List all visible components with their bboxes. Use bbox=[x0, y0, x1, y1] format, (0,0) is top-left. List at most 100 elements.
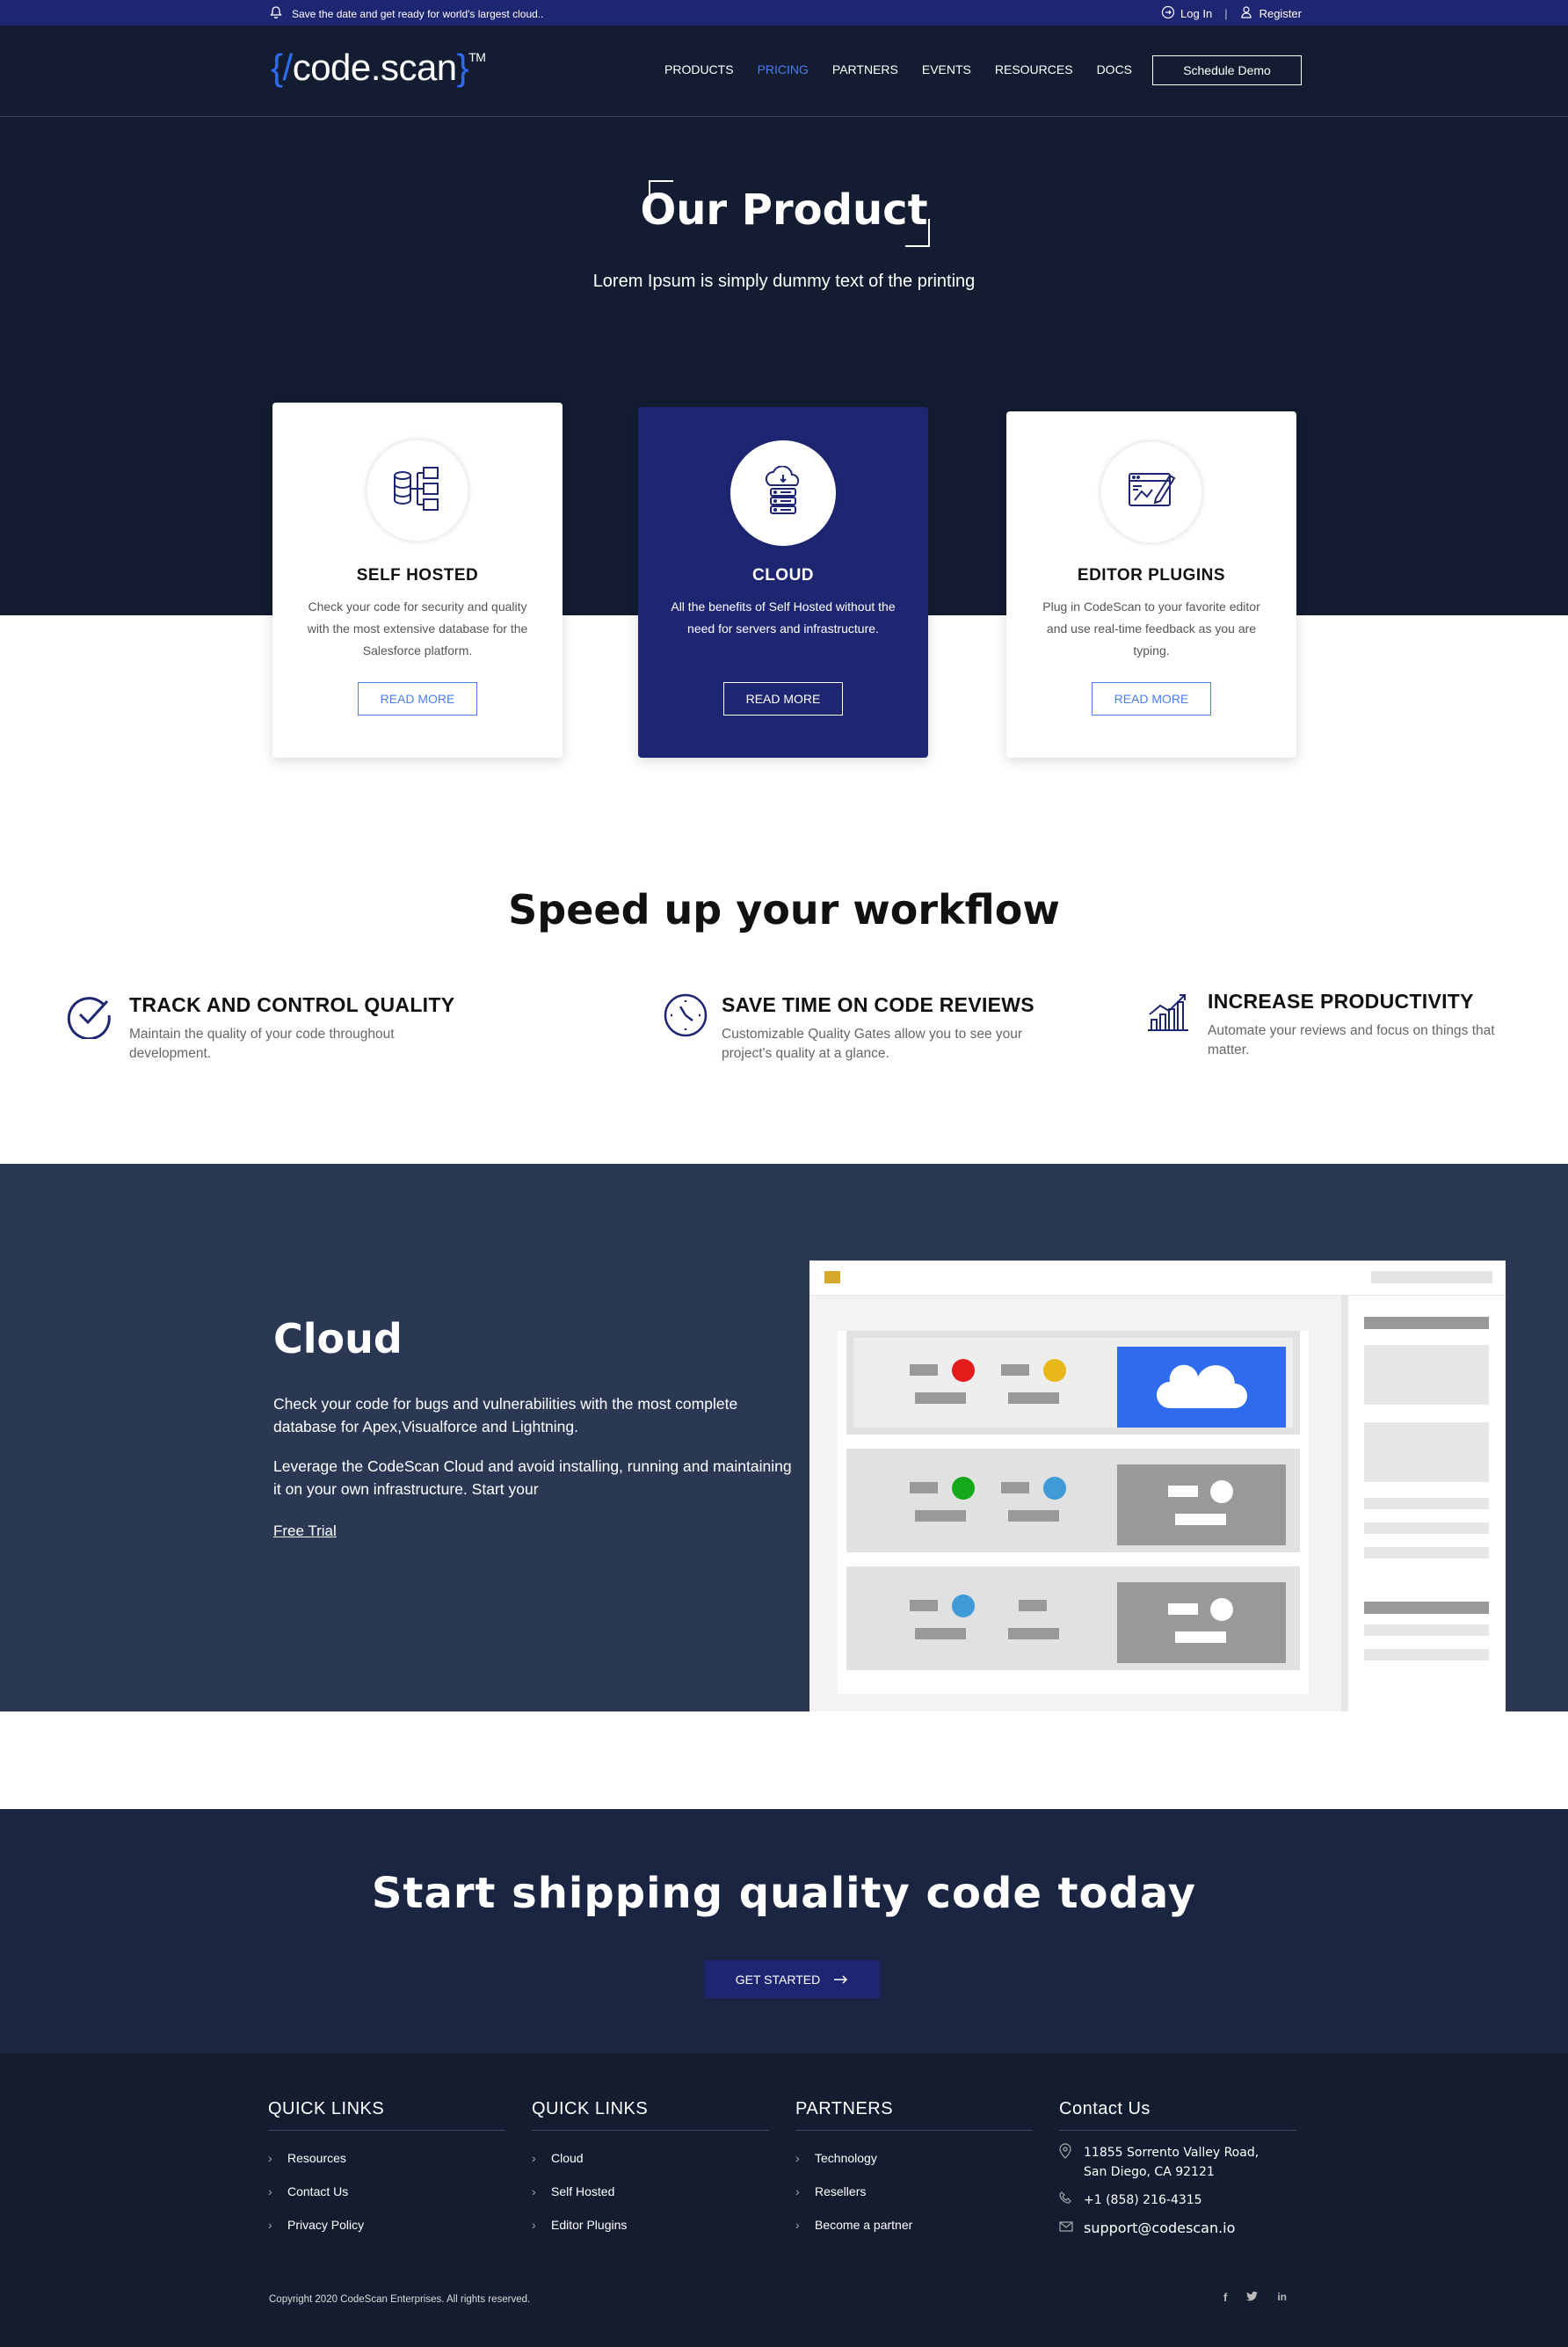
chevron-right-icon: › bbox=[532, 2218, 536, 2232]
footer-link[interactable]: › Resellers bbox=[795, 2175, 1033, 2208]
feature-description: Customizable Quality Gates allow you to … bbox=[722, 1027, 1023, 1061]
mockup-bar bbox=[910, 1600, 938, 1611]
nav-pricing[interactable]: PRICING bbox=[758, 62, 809, 76]
address-line: 11855 Sorrento Valley Road, bbox=[1084, 2146, 1259, 2160]
mockup-row bbox=[846, 1331, 1300, 1435]
footer-column-title: QUICK LINKS bbox=[268, 2099, 505, 2131]
cloud-icon bbox=[1157, 1364, 1247, 1408]
feature-title: SAVE TIME ON CODE REVIEWS bbox=[722, 993, 1034, 1016]
linkedin-icon[interactable]: in bbox=[1277, 2291, 1287, 2304]
register-link[interactable]: Register bbox=[1240, 5, 1302, 22]
email-address: support@codescan.io bbox=[1084, 2220, 1236, 2236]
mockup-block bbox=[1117, 1464, 1286, 1545]
main-nav: PRODUCTS PRICING PARTNERS EVENTS RESOURC… bbox=[664, 62, 1132, 76]
footer-link[interactable]: › Become a partner bbox=[795, 2208, 1033, 2242]
editor-plugin-icon bbox=[1126, 467, 1177, 519]
footer-link-label: Resources bbox=[287, 2151, 346, 2165]
facebook-icon[interactable]: f bbox=[1223, 2291, 1227, 2304]
mockup-search bbox=[1371, 1271, 1492, 1283]
chevron-right-icon: › bbox=[268, 2184, 272, 2198]
mockup-bar bbox=[910, 1482, 938, 1493]
status-dot-red bbox=[952, 1359, 975, 1382]
nav-products[interactable]: PRODUCTS bbox=[664, 62, 734, 76]
read-more-button[interactable]: READ MORE bbox=[1092, 682, 1211, 716]
mockup-bar bbox=[915, 1510, 966, 1522]
nav-partners[interactable]: PARTNERS bbox=[832, 62, 898, 76]
schedule-demo-button[interactable]: Schedule Demo bbox=[1152, 55, 1302, 85]
mockup-block bbox=[1117, 1582, 1286, 1663]
status-dot-blue bbox=[952, 1595, 975, 1617]
logo-trademark: TM bbox=[468, 50, 486, 64]
footer-link[interactable]: › Technology bbox=[795, 2141, 1033, 2175]
footer-link[interactable]: › Privacy Policy bbox=[268, 2208, 505, 2242]
separator: | bbox=[1224, 7, 1228, 20]
cloud-section: Cloud Check your code for bugs and vulne… bbox=[0, 1164, 1568, 1711]
chevron-right-icon: › bbox=[268, 2151, 272, 2165]
mockup-bar bbox=[1019, 1600, 1047, 1611]
footer-link-label: Self Hosted bbox=[551, 2184, 615, 2198]
arrow-right-icon bbox=[834, 1973, 848, 1987]
contact-email[interactable]: support@codescan.io bbox=[1059, 2219, 1296, 2238]
product-card-self-hosted: SELF HOSTED Check your code for security… bbox=[272, 403, 563, 758]
database-icon bbox=[392, 465, 443, 517]
feature-description: Automate your reviews and focus on thing… bbox=[1208, 1023, 1495, 1057]
cloud-title: Cloud bbox=[273, 1315, 403, 1362]
site-header: {/code.scan}TM PRODUCTS PRICING PARTNERS… bbox=[0, 25, 1568, 117]
mockup-bar bbox=[1001, 1482, 1029, 1493]
twitter-icon[interactable] bbox=[1246, 2291, 1259, 2304]
footer-link[interactable]: › Contact Us bbox=[268, 2175, 505, 2208]
mail-icon bbox=[1059, 2219, 1073, 2238]
read-more-button[interactable]: READ MORE bbox=[723, 682, 843, 716]
mockup-bar bbox=[1008, 1628, 1059, 1639]
feature-title: INCREASE PRODUCTIVITY bbox=[1208, 990, 1474, 1013]
register-icon bbox=[1240, 5, 1254, 22]
site-footer: QUICK LINKS › Resources › Contact Us › Priv… bbox=[0, 2053, 1568, 2347]
mockup-sidebar bbox=[1341, 1296, 1506, 1711]
chevron-right-icon: › bbox=[795, 2218, 800, 2232]
footer-link-label: Editor Plugins bbox=[551, 2218, 628, 2232]
login-link[interactable]: Log In bbox=[1161, 5, 1212, 22]
login-label: Log In bbox=[1180, 7, 1213, 20]
nav-docs[interactable]: DOCS bbox=[1097, 62, 1132, 76]
register-label: Register bbox=[1259, 7, 1302, 20]
announcement-bar: Save the date and get ready for world's … bbox=[0, 0, 1568, 25]
copyright-text: Copyright 2020 CodeScan Enterprises. All… bbox=[269, 2294, 531, 2305]
footer-link[interactable]: › Cloud bbox=[532, 2141, 769, 2175]
footer-column-title: QUICK LINKS bbox=[532, 2099, 769, 2131]
mockup-cloud-block bbox=[1117, 1347, 1286, 1428]
feature-productivity: INCREASE PRODUCTIVITY Automate your revi… bbox=[1144, 988, 1566, 1067]
chevron-right-icon: › bbox=[795, 2151, 800, 2165]
free-trial-link[interactable]: Free Trial bbox=[273, 1522, 337, 1540]
product-icon-circle bbox=[1099, 440, 1204, 545]
footer-column-title: Contact Us bbox=[1059, 2099, 1296, 2131]
check-circle-icon bbox=[66, 992, 113, 1041]
footer-link[interactable]: › Editor Plugins bbox=[532, 2208, 769, 2242]
chevron-right-icon: › bbox=[795, 2184, 800, 2198]
product-icon-circle bbox=[365, 438, 470, 543]
footer-link[interactable]: › Self Hosted bbox=[532, 2175, 769, 2208]
footer-link-label: Technology bbox=[815, 2151, 877, 2165]
contact-phone[interactable]: +1 (858) 216-4315 bbox=[1059, 2191, 1296, 2210]
cloud-server-icon bbox=[758, 464, 809, 521]
cta-section: Start shipping quality code today GET ST… bbox=[0, 1809, 1568, 2053]
address-line: San Diego, CA 92121 bbox=[1084, 2165, 1215, 2179]
mockup-bar bbox=[1001, 1364, 1029, 1376]
announcement-text: Save the date and get ready for world's … bbox=[292, 7, 544, 20]
footer-column-title: PARTNERS bbox=[795, 2099, 1033, 2131]
nav-events[interactable]: EVENTS bbox=[922, 62, 971, 76]
nav-resources[interactable]: RESOURCES bbox=[995, 62, 1073, 76]
product-icon-circle bbox=[730, 440, 836, 546]
get-started-button[interactable]: GET STARTED bbox=[704, 1960, 880, 1998]
footer-column-quick-links-2: QUICK LINKS › Cloud › Self Hosted › Editor … bbox=[532, 2099, 769, 2242]
logo-close-brace: } bbox=[456, 47, 469, 88]
logo-open-brace: {/ bbox=[271, 47, 293, 88]
footer-link[interactable]: › Resources bbox=[268, 2141, 505, 2175]
growth-chart-icon bbox=[1144, 988, 1192, 1035]
codescan-logo[interactable]: {/code.scan}TM bbox=[271, 47, 486, 89]
phone-number: +1 (858) 216-4315 bbox=[1084, 2193, 1202, 2207]
product-card-cloud: CLOUD All the benefits of Self Hosted wi… bbox=[638, 407, 928, 758]
footer-link-label: Cloud bbox=[551, 2151, 584, 2165]
mockup-bar bbox=[910, 1364, 938, 1376]
read-more-button[interactable]: READ MORE bbox=[358, 682, 477, 716]
footer-column-contact: Contact Us 11855 Sorrento Valley Road, Sa… bbox=[1059, 2099, 1296, 2247]
